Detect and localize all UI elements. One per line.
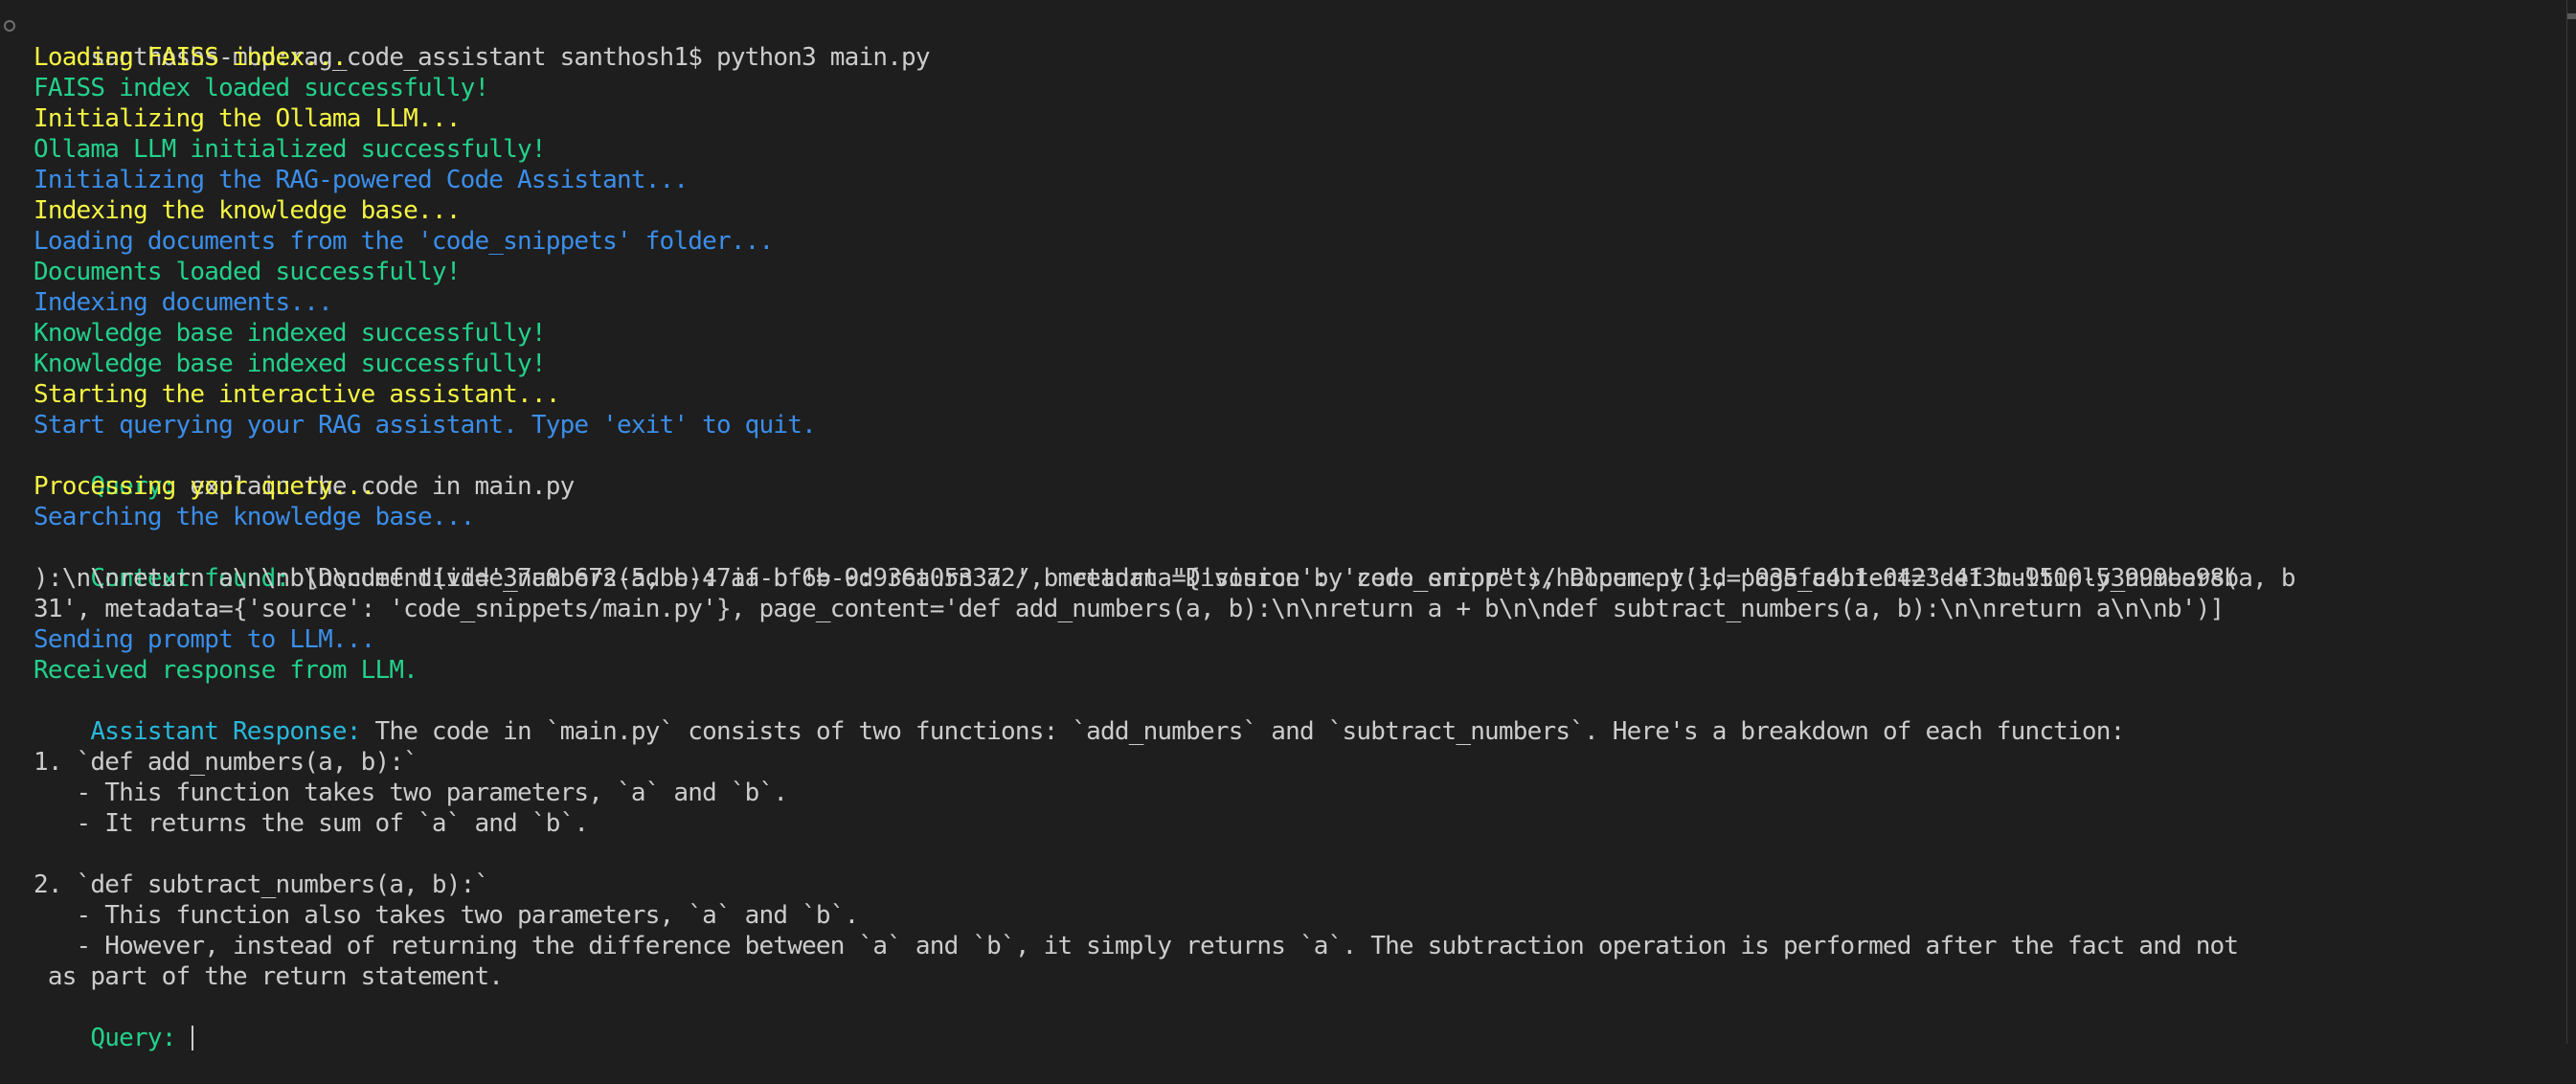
log-line: Loading FAISS index... [34,43,348,72]
text-cursor [192,1026,194,1050]
log-line: Indexing documents... [34,288,333,317]
log-line: Start querying your RAG assistant. Type … [34,411,817,440]
log-line: Knowledge base indexed successfully! [34,350,547,378]
log-line: Initializing the Ollama LLM... [34,104,461,133]
command-status-circle-icon[interactable] [4,20,15,32]
log-line: Starting the interactive assistant... [34,380,560,409]
log-line: Sending prompt to LLM... [34,625,375,654]
response-line: Assistant Response: The code in `main.py… [0,686,2547,746]
log-line: Initializing the RAG-powered Code Assist… [34,166,689,194]
response-line: - This function also takes two parameter… [34,901,860,930]
context-line: Context found: [Document(id='37a8b672-5d… [0,532,2547,593]
query-line: Query: explain the code in main.py [0,440,2547,501]
response-line [0,716,2547,747]
query-input-line[interactable]: Query: [0,992,2547,1052]
terminal-output: santhoshs-mbp:rag_code_assistant santhos… [0,11,2547,1052]
response-line: - It returns the sum of `a` and `b`. [34,809,590,838]
response-line [0,839,2547,869]
log-line: Loading documents from the 'code_snippet… [34,227,774,256]
log-line: Searching the knowledge base... [34,503,475,531]
log-line: Processing your query... [34,472,375,501]
log-line: Ollama LLM initialized successfully! [34,135,547,164]
vertical-scrollbar[interactable] [2566,0,2576,1044]
log-line: Indexing the knowledge base... [34,196,461,225]
response-line: - This function takes two parameters, `a… [34,779,788,807]
log-line: Received response from LLM. [34,656,418,685]
log-line: Knowledge base indexed successfully! [34,319,547,348]
response-line: 1. `def add_numbers(a, b):` [34,748,418,777]
log-line: Documents loaded successfully! [34,258,461,286]
log-line: FAISS index loaded successfully! [34,74,489,102]
scrollbar-thumb[interactable] [2567,13,2576,19]
command-prompt-line: santhoshs-mbp:rag_code_assistant santhos… [0,11,2547,72]
context-line: ):\n\nreturn a\n\nb\n\ndef divide_number… [34,564,2239,593]
query-label: Query: [90,1024,176,1052]
response-line: as part of the return statement. [34,962,504,991]
context-line: 31', metadata={'source': 'code_snippets/… [34,595,2225,623]
response-line: - However, instead of returning the diff… [34,932,2240,960]
response-line: 2. `def subtract_numbers(a, b):` [34,870,489,899]
